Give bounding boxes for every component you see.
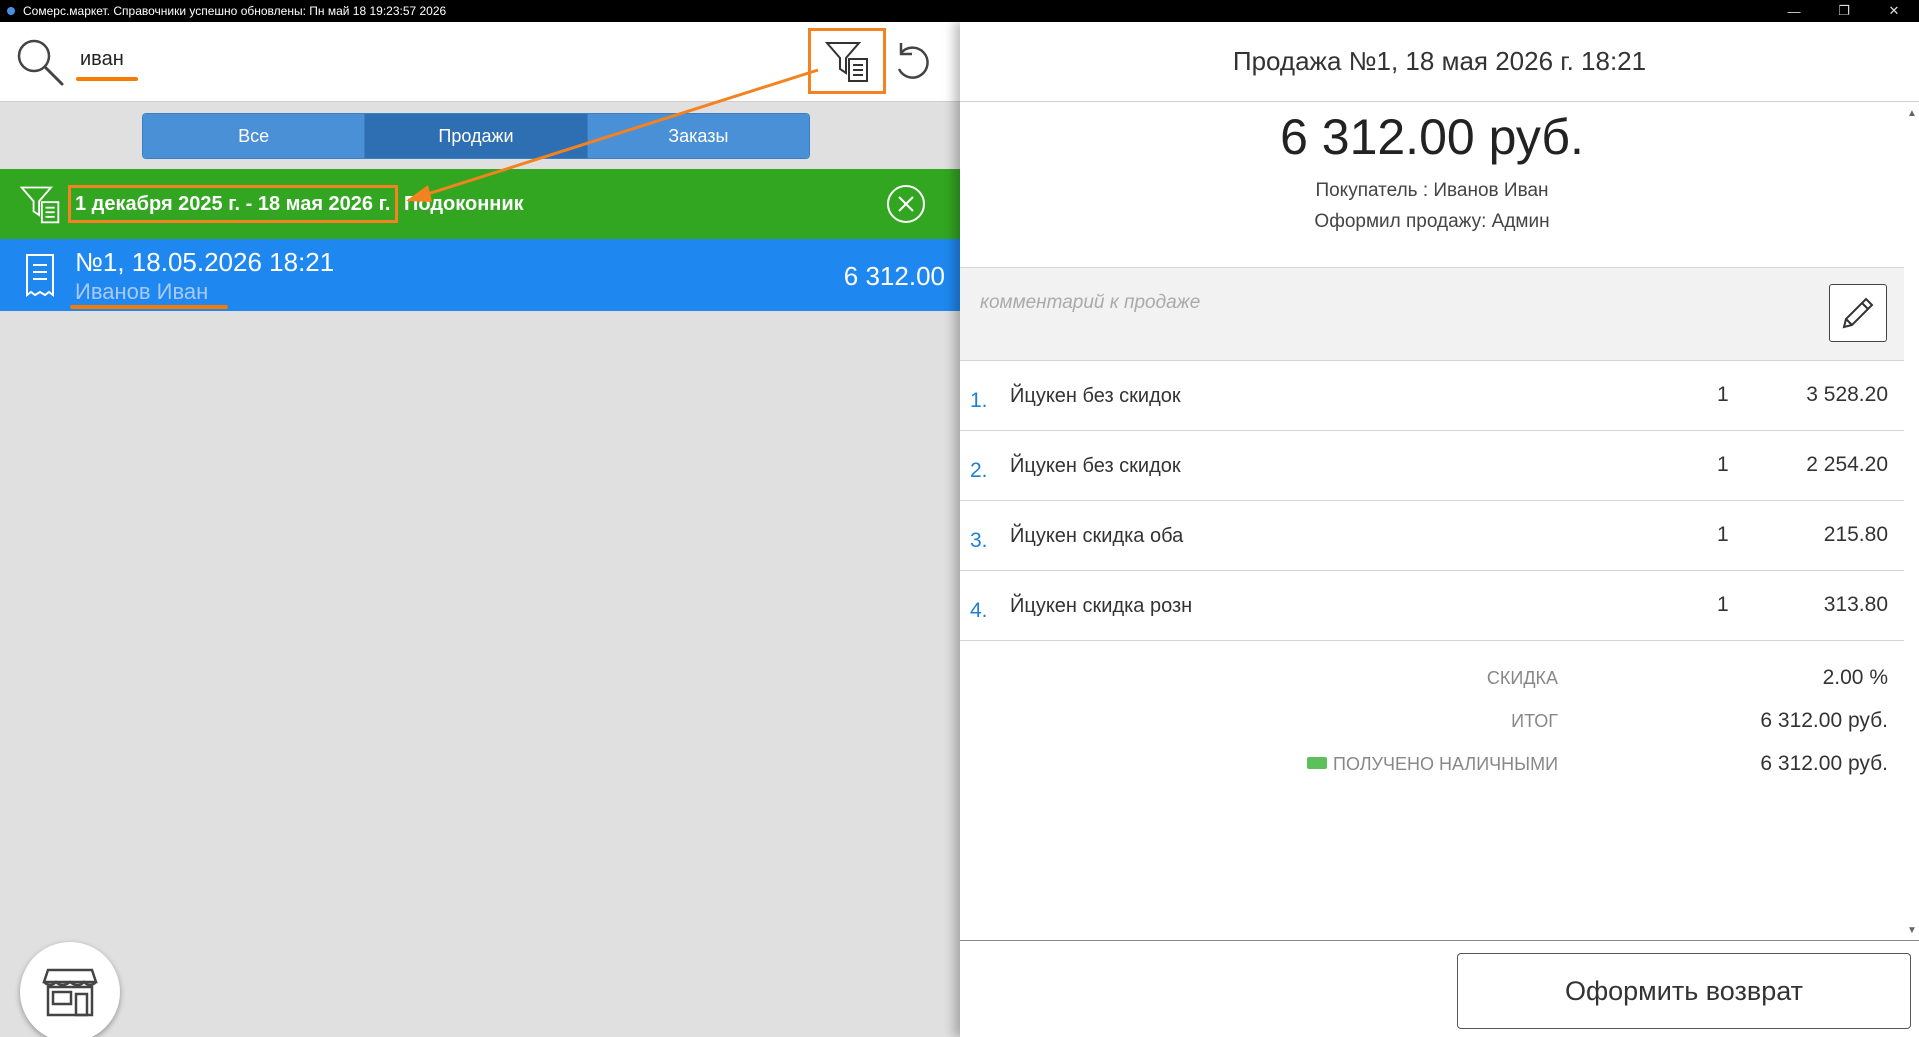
- pencil-icon: [1842, 297, 1874, 329]
- item-name: Йцукен скидка оба: [1010, 525, 1184, 547]
- filter-doc-icon: [824, 42, 868, 82]
- sale-item-row[interactable]: 1. Йцукен без скидок 1 3 528.20: [960, 361, 1904, 431]
- bottom-divider: [960, 940, 1919, 941]
- buyer-highlight-underline: [70, 305, 228, 309]
- return-button[interactable]: Оформить возврат: [1457, 953, 1911, 1029]
- sale-item-row[interactable]: 3. Йцукен скидка оба 1 215.80: [960, 501, 1904, 571]
- total-label: ИТОГ: [1511, 711, 1558, 731]
- comment-area[interactable]: комментарий к продаже: [960, 267, 1904, 361]
- item-qty: 1: [1717, 523, 1729, 546]
- item-sum: 3 528.20: [1806, 383, 1888, 406]
- detail-total: 6 312.00 руб.: [1280, 109, 1584, 165]
- cash-label-wrap: ПОЛУЧЕНО НАЛИЧНЫМИ: [1307, 754, 1558, 775]
- cash-value: 6 312.00 руб.: [1760, 752, 1888, 775]
- sale-buyer: Иванов Иван: [75, 279, 209, 304]
- list-item-sale[interactable]: №1, 18.05.2026 18:21 Иванов Иван 6 312.0…: [0, 239, 960, 311]
- window-title: Сомерс.маркет. Справочники успешно обнов…: [23, 4, 447, 18]
- item-name: Йцукен без скидок: [1010, 385, 1181, 407]
- summary-discount-row: СКИДКА 2.00 %: [960, 662, 1904, 705]
- tab-orders[interactable]: Заказы: [587, 114, 809, 158]
- item-name: Йцукен скидка розн: [1010, 595, 1193, 617]
- app-icon: [7, 7, 15, 15]
- sale-items-list: 1. Йцукен без скидок 1 3 528.20 2. Йцуке…: [960, 361, 1904, 641]
- item-number: 1.: [970, 389, 988, 412]
- type-tabs: Все Продажи Заказы: [142, 113, 810, 159]
- sale-item-row[interactable]: 2. Йцукен без скидок 1 2 254.20: [960, 431, 1904, 501]
- window-titlebar: Сомерс.маркет. Справочники успешно обнов…: [0, 0, 1919, 22]
- summary-cash-row: ПОЛУЧЕНО НАЛИЧНЫМИ 6 312.00 руб.: [960, 748, 1904, 791]
- scroll-up-icon[interactable]: ▲: [1907, 108, 1917, 119]
- item-number: 3.: [970, 529, 988, 552]
- discount-value: 2.00 %: [1822, 666, 1888, 689]
- sale-summary: СКИДКА 2.00 % ИТОГ 6 312.00 руб. ПОЛУЧЕН…: [960, 662, 1904, 791]
- filter-button[interactable]: [808, 28, 886, 94]
- search-bar: иван: [0, 22, 960, 102]
- item-qty: 1: [1717, 383, 1729, 406]
- maximize-button[interactable]: ❐: [1819, 0, 1869, 22]
- detail-seller: Оформил продажу: Админ: [1314, 211, 1550, 232]
- item-sum: 2 254.20: [1806, 453, 1888, 476]
- item-name: Йцукен без скидок: [1010, 455, 1181, 477]
- close-window-button[interactable]: ✕: [1869, 0, 1919, 22]
- search-input[interactable]: иван: [80, 48, 124, 71]
- store-icon: [42, 968, 98, 1017]
- active-filter-strip[interactable]: 1 декабря 2025 г. - 18 мая 2026 г. Подок…: [0, 169, 960, 239]
- scroll-down-icon[interactable]: ▼: [1907, 925, 1917, 936]
- cash-label: ПОЛУЧЕНО НАЛИЧНЫМИ: [1333, 754, 1558, 774]
- item-number: 4.: [970, 599, 988, 622]
- tab-sales[interactable]: Продажи: [365, 114, 588, 158]
- total-value: 6 312.00 руб.: [1760, 709, 1888, 732]
- detail-header: Продажа №1, 18 мая 2026 г. 18:21: [960, 22, 1919, 102]
- detail-buyer: Покупатель : Иванов Иван: [1315, 180, 1549, 201]
- sale-item-row[interactable]: 4. Йцукен скидка розн 1 313.80: [960, 571, 1904, 641]
- store-button[interactable]: [20, 942, 120, 1037]
- item-sum: 215.80: [1823, 523, 1888, 546]
- sales-list-panel: иван Все Продажи Заказы 1 декабря 2025 г…: [0, 22, 960, 1037]
- item-qty: 1: [1717, 453, 1729, 476]
- undo-icon: [897, 43, 929, 79]
- discount-label: СКИДКА: [1486, 668, 1558, 688]
- item-number: 2.: [970, 459, 988, 482]
- edit-comment-button[interactable]: [1829, 284, 1887, 342]
- detail-scrollbar[interactable]: ▲ ▼: [1904, 102, 1919, 940]
- reset-button[interactable]: [888, 38, 936, 86]
- clear-filter-icon[interactable]: [886, 184, 926, 224]
- tab-all[interactable]: Все: [143, 114, 366, 158]
- item-sum: 313.80: [1823, 593, 1888, 616]
- receipt-icon: [26, 254, 54, 297]
- minimize-button[interactable]: —: [1769, 0, 1819, 22]
- sale-sum: 6 312.00: [843, 261, 945, 291]
- search-highlight-underline: [76, 77, 138, 81]
- window-controls: — ❐ ✕: [1769, 0, 1919, 22]
- item-qty: 1: [1717, 593, 1729, 616]
- summary-total-row: ИТОГ 6 312.00 руб.: [960, 705, 1904, 748]
- cash-icon: [1307, 757, 1327, 769]
- sale-title: №1, 18.05.2026 18:21: [75, 247, 335, 277]
- sale-detail-panel: Продажа №1, 18 мая 2026 г. 18:21 6 312.0…: [960, 22, 1919, 1037]
- filter-date-range: 1 декабря 2025 г. - 18 мая 2026 г.: [68, 185, 398, 223]
- comment-input[interactable]: комментарий к продаже: [980, 292, 1200, 314]
- search-icon[interactable]: [14, 36, 66, 88]
- filter-place: Подоконник: [404, 193, 524, 215]
- filter-doc-icon: [19, 186, 60, 224]
